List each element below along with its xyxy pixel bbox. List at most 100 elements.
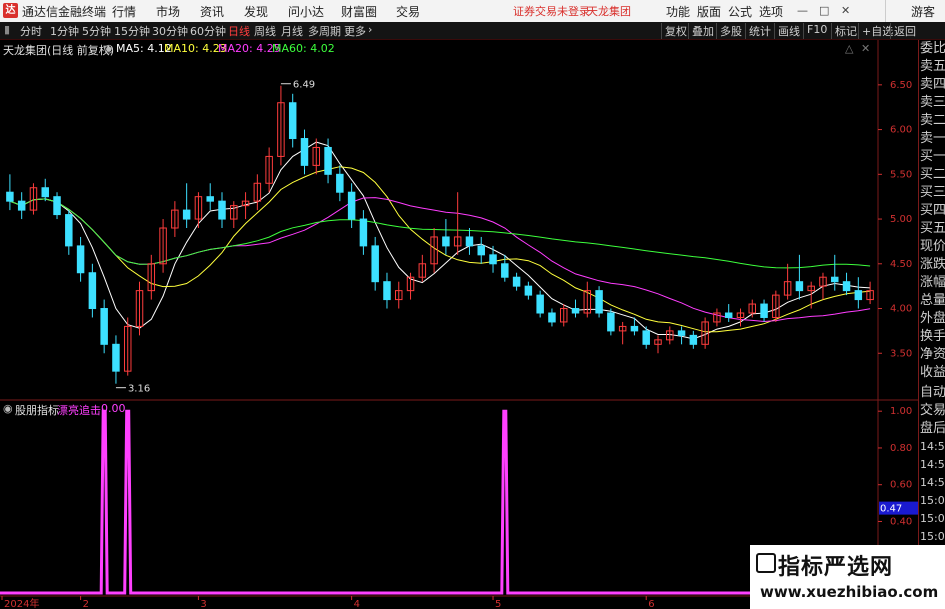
date-tick-label: 3 <box>200 599 206 609</box>
indicator-name[interactable]: 股朋指标 <box>15 402 59 418</box>
period-multi[interactable]: 多周期 <box>308 23 341 39</box>
candle-body <box>41 187 49 198</box>
title-separator <box>885 0 886 22</box>
trade-login-notice[interactable]: 证券交易未登录 <box>513 3 590 19</box>
side-panel-item: 换手 <box>920 329 945 344</box>
candle-body <box>359 218 368 247</box>
menu-caifuquan[interactable]: 财富圈 <box>341 3 377 20</box>
indicator-tick-label: 1.00 <box>890 406 912 417</box>
restore-icon[interactable]: □ <box>819 4 829 17</box>
side-panel-item: 买二 <box>920 167 945 182</box>
minimize-icon[interactable]: — <box>797 4 808 17</box>
candle-body <box>182 209 191 220</box>
side-panel-item: 委比 <box>920 41 945 56</box>
candle-body <box>324 146 332 175</box>
side-panel-item: 15:00 <box>920 494 945 507</box>
candle-body <box>795 281 804 292</box>
menu-gongneng[interactable]: 功能 <box>666 3 690 20</box>
side-panel-item: 14:57 <box>920 476 945 489</box>
menu-faxian[interactable]: 发现 <box>244 3 268 20</box>
period-60min[interactable]: 60分钟 <box>190 23 226 39</box>
side-panel-item: 卖二 <box>920 113 945 128</box>
indicator-settings-icon[interactable]: ◉ <box>3 402 13 415</box>
candle-body <box>724 312 733 318</box>
menu-xuanxiang[interactable]: 选项 <box>759 3 783 20</box>
side-panel-item: 涨跌 <box>920 257 945 272</box>
period-monthly[interactable]: 月线 <box>281 23 303 39</box>
period-30min[interactable]: 30分钟 <box>152 23 188 39</box>
side-panel-item: 卖三 <box>920 95 945 110</box>
side-panel-item: 自动 <box>920 385 945 400</box>
candle-body <box>371 245 379 283</box>
candle-body <box>347 191 356 220</box>
price-tick-label: 6.00 <box>890 125 912 136</box>
app-logo-icon: 达 <box>3 3 18 18</box>
btn-fuquan[interactable]: 复权 <box>661 23 690 39</box>
side-panel-item: 外盘 <box>920 311 945 326</box>
candle-body <box>442 236 450 247</box>
menu-banmian[interactable]: 版面 <box>697 3 721 20</box>
menu-wenxiaoda[interactable]: 问小达 <box>288 3 324 20</box>
candle-body <box>854 290 863 301</box>
side-panel-item: 收益 <box>920 365 945 380</box>
candle-body <box>76 245 85 274</box>
more-chevron-icon[interactable]: › <box>368 23 372 36</box>
candle-body <box>524 285 533 296</box>
candle-body <box>88 272 97 310</box>
price-tick-label: 5.50 <box>890 169 912 180</box>
btn-biaoji[interactable]: 标记 <box>831 23 860 39</box>
ma20-line <box>9 197 871 323</box>
candle-body <box>336 173 344 193</box>
period-1min[interactable]: 1分钟 <box>50 23 79 39</box>
price-tick-label: 3.50 <box>890 348 912 359</box>
btn-tongji[interactable]: 统计 <box>745 23 774 39</box>
price-tick-label: 4.50 <box>890 259 912 270</box>
price-tick-label: 4.00 <box>890 304 912 315</box>
menu-gongshi[interactable]: 公式 <box>728 3 752 20</box>
candle-body <box>571 308 580 314</box>
period-fenshi[interactable]: 分时 <box>20 23 42 39</box>
menu-hangqing[interactable]: 行情 <box>112 3 136 20</box>
candle-body <box>831 276 839 283</box>
candle-body <box>595 290 603 314</box>
side-panel-item: 买三 <box>920 185 945 200</box>
candle-body <box>465 236 474 247</box>
panel-toggle-icon[interactable]: ▮ <box>4 23 10 36</box>
btn-fanhui[interactable]: 返回 <box>890 23 919 39</box>
date-tick-label: 2 <box>83 599 89 609</box>
btn-f10[interactable]: F10 <box>803 23 830 39</box>
side-panel-item: 交易 <box>920 403 945 418</box>
kline-chart[interactable]: 3.50 4.00 4.50 5.00 5.50 6.00 6.50 6.49 3.16 0.… <box>0 40 918 609</box>
side-panel-item: 卖四 <box>920 77 945 92</box>
btn-huaxian[interactable]: 画线 <box>774 23 803 39</box>
date-axis: 2024年2345678 <box>1 596 878 609</box>
watermark: 指标严选网 www.xuezhibiao.com <box>750 545 945 609</box>
period-5min[interactable]: 5分钟 <box>82 23 111 39</box>
candle-body <box>760 303 768 318</box>
btn-duogu[interactable]: 多股 <box>716 23 745 39</box>
candle-body <box>100 308 108 345</box>
candles <box>6 85 874 384</box>
price-annotations: 6.49 3.16 <box>115 80 315 395</box>
ma60-line <box>9 198 871 269</box>
period-daily[interactable]: 日线 <box>228 23 250 39</box>
candle-body <box>536 294 544 314</box>
menu-zixun[interactable]: 资讯 <box>200 3 224 20</box>
btn-diejia[interactable]: 叠加 <box>688 23 717 39</box>
candle-body <box>383 281 391 301</box>
period-toolbar: ▮ 分时 1分钟 5分钟 15分钟 30分钟 60分钟 日线 周线 月线 多周期… <box>0 22 945 40</box>
candle-body <box>65 214 73 247</box>
candle-body <box>677 330 686 336</box>
candle-body <box>288 102 297 140</box>
candle-body <box>112 343 120 372</box>
period-weekly[interactable]: 周线 <box>254 23 276 39</box>
menu-jiaoyi[interactable]: 交易 <box>396 3 420 20</box>
close-icon[interactable]: ✕ <box>841 4 850 17</box>
side-panel-item: 买四 <box>920 203 945 218</box>
guest-label[interactable]: 游客 <box>911 3 935 20</box>
period-15min[interactable]: 15分钟 <box>114 23 150 39</box>
side-panel-item: 净资 <box>920 347 945 362</box>
menu-shichang[interactable]: 市场 <box>156 3 180 20</box>
indicator-tick-label: 0.40 <box>890 516 912 527</box>
period-more[interactable]: 更多 <box>344 23 366 39</box>
